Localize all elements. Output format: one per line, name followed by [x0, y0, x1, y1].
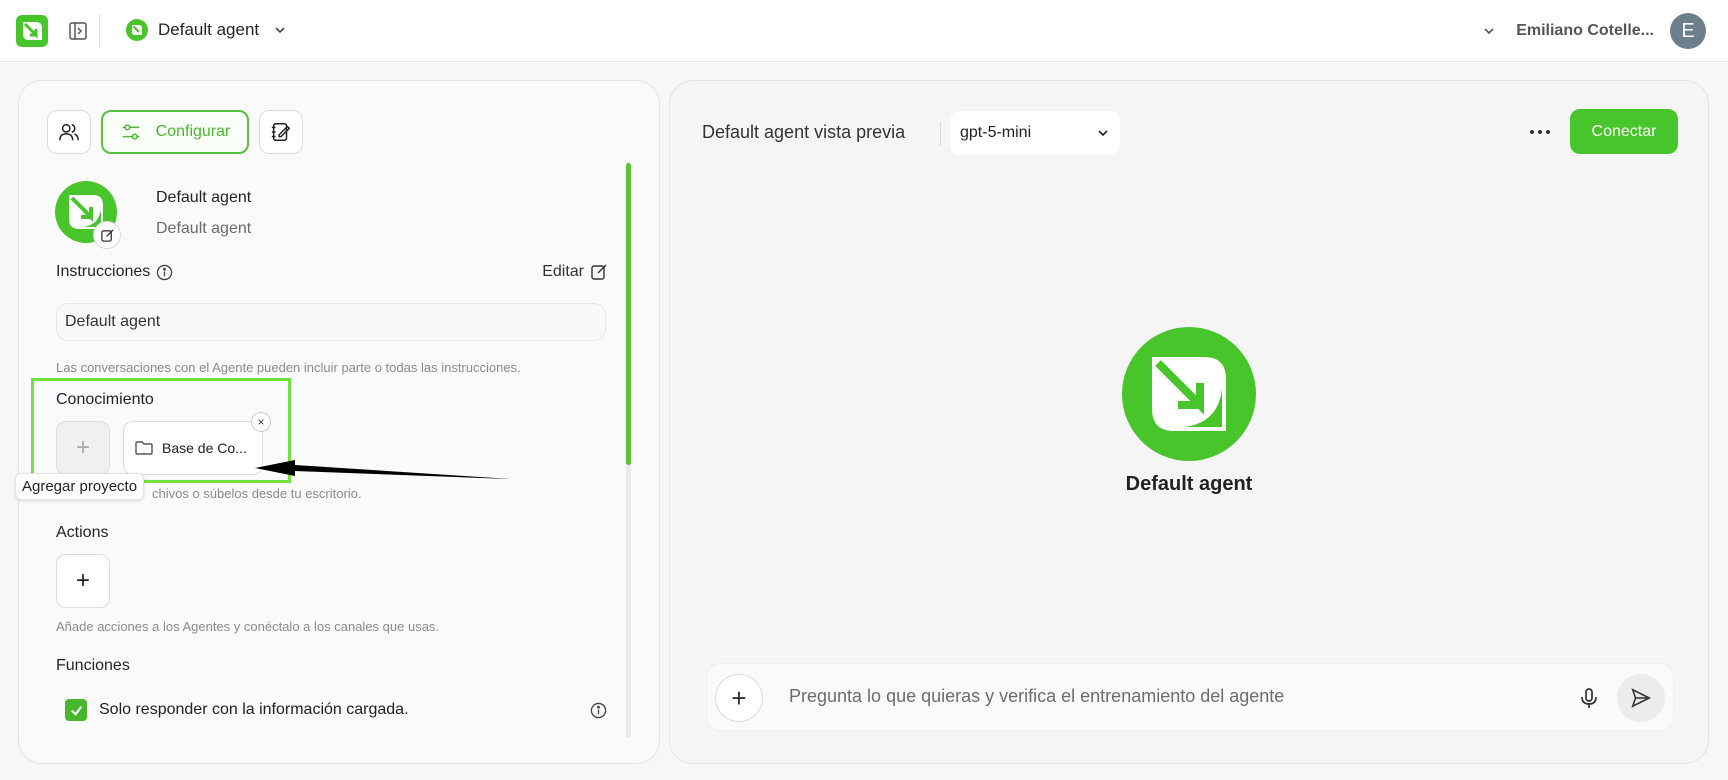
close-icon[interactable]: ×	[251, 412, 271, 432]
sliders-icon	[122, 124, 139, 140]
functions-label: Funciones	[56, 657, 130, 674]
user-menu[interactable]: Emiliano Cotelle... E	[1482, 13, 1706, 49]
folder-icon	[135, 441, 153, 455]
info-icon[interactable]	[156, 264, 173, 281]
agent-subtitle: Default agent	[156, 220, 252, 237]
model-selector[interactable]: gpt-5-mini	[950, 111, 1120, 155]
annotation-arrow	[255, 460, 510, 479]
check-icon	[70, 705, 82, 716]
mic-icon[interactable]	[1577, 686, 1601, 710]
only-loaded-label: Solo responder con la información cargad…	[99, 701, 409, 718]
divider	[940, 122, 941, 146]
agent-header: Default agent Default agent	[55, 181, 575, 249]
actions-hint: Añade acciones a los Agentes y conéctalo…	[56, 619, 440, 634]
tab-configure-label: Configurar	[155, 123, 231, 140]
tooltip-add-project: Agregar proyecto	[15, 473, 145, 500]
only-loaded-checkbox[interactable]	[65, 699, 87, 721]
preview-title: Default agent vista previa	[702, 122, 906, 142]
knowledge-label: Conocimiento	[56, 391, 154, 408]
knowledge-base-label: Base de Co...	[162, 440, 247, 456]
tab-configure[interactable]: Configurar	[101, 110, 249, 154]
divider	[99, 14, 100, 48]
agent-avatar-icon	[126, 19, 148, 41]
chat-composer: +	[706, 663, 1674, 731]
add-action-button[interactable]: +	[56, 554, 110, 608]
edit-icon	[100, 228, 114, 242]
instructions-label: Instrucciones	[56, 263, 151, 280]
notebook-edit-icon	[271, 123, 291, 141]
scrollbar[interactable]	[626, 163, 631, 738]
actions-label: Actions	[56, 524, 109, 541]
add-knowledge-button[interactable]: +	[56, 421, 110, 475]
edit-instructions-button[interactable]: Editar	[542, 263, 608, 281]
chevron-down-icon	[275, 27, 285, 34]
agent-selector-label: Default agent	[158, 20, 260, 39]
knowledge-base-chip[interactable]: Base de Co...	[123, 421, 263, 475]
instructions-hint: Las conversaciones con el Agente pueden …	[56, 360, 521, 375]
center-agent-name: Default agent	[1125, 473, 1253, 495]
edit-label: Editar	[542, 263, 584, 280]
instructions-header: Instrucciones Editar	[56, 263, 608, 281]
connect-button[interactable]: Conectar	[1570, 109, 1678, 154]
attach-button[interactable]: +	[715, 674, 763, 722]
preview-panel: Default agent vista previa gpt-5-mini Co…	[669, 80, 1709, 764]
config-tabs: Configurar	[47, 110, 303, 154]
instructions-field[interactable]: Default agent	[56, 303, 606, 341]
sidebar-toggle-icon[interactable]	[68, 21, 88, 41]
info-icon[interactable]	[590, 702, 607, 719]
send-button[interactable]	[1617, 674, 1665, 722]
chevron-down-icon[interactable]	[1482, 24, 1496, 38]
users-icon	[59, 123, 79, 141]
config-panel: Configurar Default agent Default agent I…	[15, 80, 660, 764]
send-icon	[1631, 688, 1651, 708]
avatar[interactable]: E	[1670, 13, 1706, 49]
agent-title: Default agent	[156, 189, 252, 206]
chat-input[interactable]	[789, 686, 1489, 707]
only-loaded-info-row: Solo responder con la información cargad…	[65, 699, 607, 721]
model-selector-value: gpt-5-mini	[960, 124, 1032, 141]
app-logo-icon[interactable]	[16, 15, 48, 47]
top-bar: Default agent Emiliano Cotelle... E	[0, 0, 1728, 62]
user-name: Emiliano Cotelle...	[1516, 22, 1654, 39]
chevron-down-icon	[1098, 130, 1108, 137]
agent-avatar-icon	[1122, 327, 1256, 461]
tab-users[interactable]	[47, 110, 91, 154]
tab-notebook[interactable]	[259, 110, 303, 154]
scrollbar-thumb[interactable]	[626, 163, 631, 465]
more-icon[interactable]	[1527, 119, 1553, 145]
edit-icon	[591, 264, 607, 280]
edit-avatar-button[interactable]	[93, 221, 121, 249]
agent-selector[interactable]: Default agent	[126, 19, 287, 41]
